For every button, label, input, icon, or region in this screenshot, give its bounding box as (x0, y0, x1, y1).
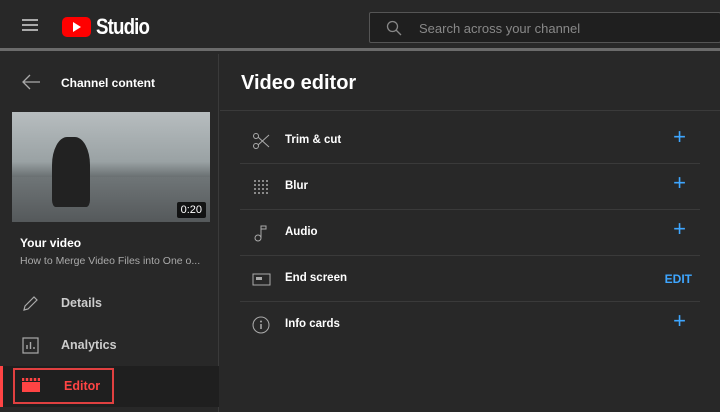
add-button[interactable]: + (673, 216, 686, 242)
youtube-logo-icon[interactable] (62, 17, 91, 37)
page-title: Video editor (241, 72, 357, 94)
editor-row-audio[interactable]: Audio + (240, 210, 700, 256)
editor-row-info-cards[interactable]: Info cards + (240, 302, 700, 348)
blur-icon (254, 180, 268, 194)
back-arrow-icon[interactable] (22, 74, 40, 90)
app-name[interactable]: Studio (96, 14, 150, 40)
sidebar-item-analytics[interactable]: Analytics (0, 325, 219, 366)
your-video-label: Your video (20, 236, 82, 250)
sidebar: Channel content 0:20 Your video How to M… (0, 54, 219, 412)
row-label: Audio (285, 226, 318, 238)
add-button[interactable]: + (673, 170, 686, 196)
editor-row-end-screen[interactable]: End screen EDIT (240, 256, 700, 302)
row-label: Info cards (285, 318, 340, 330)
video-thumbnail[interactable]: 0:20 (12, 112, 210, 222)
search-placeholder: Search across your channel (419, 21, 581, 36)
editor-row-blur[interactable]: Blur + (240, 164, 700, 210)
scissors-icon (253, 133, 270, 149)
video-duration: 0:20 (176, 202, 206, 218)
add-button[interactable]: + (673, 308, 686, 334)
search-icon (386, 20, 402, 36)
video-title: How to Merge Video Files into One o... (20, 255, 201, 267)
highlight-box (13, 368, 114, 404)
sidebar-item-label: Details (61, 296, 102, 310)
edit-button[interactable]: EDIT (665, 272, 692, 286)
add-button[interactable]: + (673, 124, 686, 150)
row-label: End screen (285, 272, 347, 284)
analytics-icon (22, 337, 39, 354)
info-icon (252, 316, 270, 334)
editor-row-trim[interactable]: Trim & cut + (240, 118, 700, 164)
sidebar-item-details[interactable]: Details (0, 283, 219, 324)
hamburger-menu-icon[interactable] (22, 19, 38, 31)
channel-content-link[interactable]: Channel content (61, 76, 155, 90)
pencil-icon (23, 296, 38, 311)
end-screen-icon (252, 273, 271, 286)
row-label: Blur (285, 180, 308, 192)
row-label: Trim & cut (285, 134, 342, 146)
main-panel: Video editor Trim & cut + Blur + Audio +… (220, 54, 720, 412)
search-input[interactable]: Search across your channel (369, 12, 720, 43)
sidebar-item-label: Analytics (61, 338, 117, 352)
top-bar: Studio Search across your channel (0, 0, 720, 51)
music-note-icon (254, 225, 267, 242)
